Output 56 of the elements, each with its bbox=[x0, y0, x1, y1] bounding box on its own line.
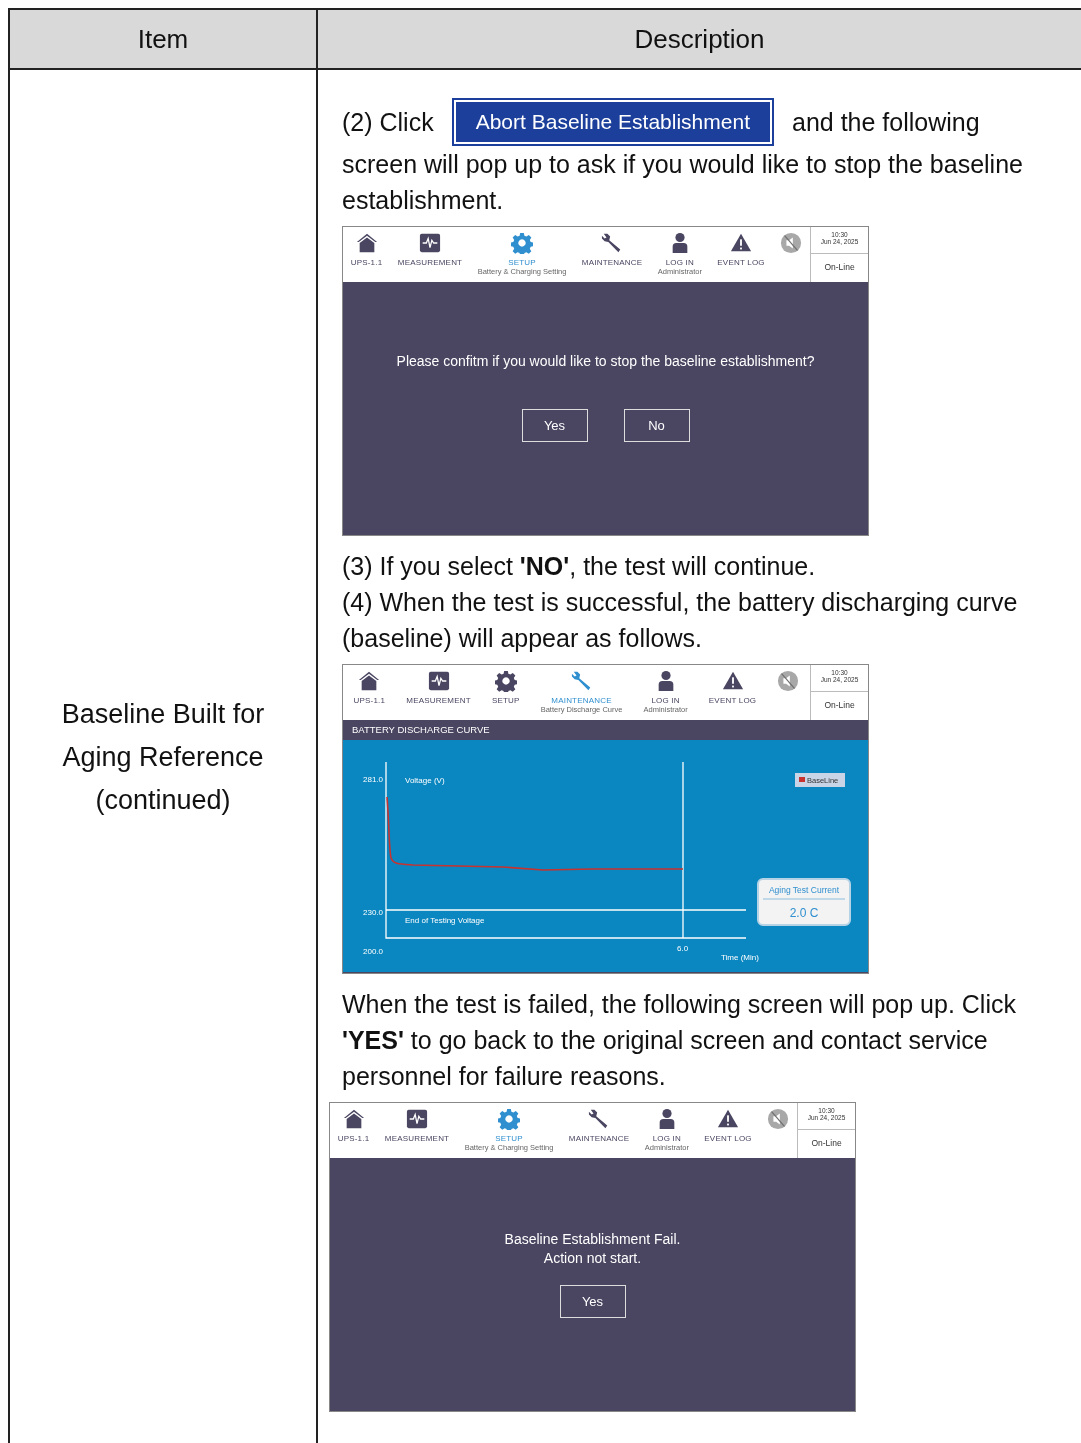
wrench-icon bbox=[570, 670, 593, 692]
axis-tick: 281.0 bbox=[363, 775, 384, 784]
nav-item[interactable]: MEASUREMENT bbox=[384, 1108, 450, 1143]
description-text: When the test is failed, the following screen will pop up. Click 'YES' to go back to the original screen and contact service personnel for failure reasons. bbox=[342, 989, 1017, 1092]
nav-item[interactable]: MEASUREMENT bbox=[397, 232, 463, 267]
dialog-message: Action not start. bbox=[543, 1249, 642, 1268]
section-title: BATTERY DISCHARGE CURVE bbox=[351, 723, 491, 737]
dialog-button[interactable]: No bbox=[623, 409, 690, 442]
current-value: 2.0 C bbox=[789, 906, 819, 920]
step-text: (2) Click bbox=[342, 107, 434, 137]
nav-item[interactable]: UPS-1.1 bbox=[337, 1108, 370, 1143]
warning-icon bbox=[730, 232, 753, 254]
warning-icon bbox=[721, 670, 744, 692]
column-header: Item bbox=[10, 10, 318, 68]
nav-item[interactable]: EVENT LOG bbox=[717, 232, 765, 267]
item-label: Baseline Built for Aging Reference (continued) bbox=[60, 698, 266, 817]
nav-item[interactable]: MEASUREMENT bbox=[406, 670, 471, 705]
waveform-icon bbox=[427, 670, 450, 692]
step-text: and the following bbox=[792, 107, 980, 137]
nav-item[interactable]: EVENT LOG bbox=[708, 670, 757, 705]
settings-icon bbox=[494, 670, 517, 692]
nav-item[interactable]: MAINTENANCE bbox=[581, 232, 643, 267]
description-text: screen will pop up to ask if you would like to stop the baseline establishment. bbox=[342, 149, 1024, 216]
settings-icon bbox=[498, 1108, 521, 1130]
dialog-message: Please confitm if you would like to stop the baseline establishment? bbox=[396, 352, 815, 371]
column-header: Description bbox=[633, 22, 766, 56]
axis-label: Time (Min) bbox=[721, 953, 759, 962]
nav-item[interactable]: MAINTENANCE bbox=[568, 1108, 630, 1143]
home-icon bbox=[358, 670, 381, 692]
waveform-icon bbox=[406, 1108, 428, 1130]
status-text: On-Line bbox=[810, 1137, 843, 1148]
warning-icon bbox=[717, 1108, 740, 1130]
current-label: Aging Test Current bbox=[768, 885, 840, 895]
home-icon bbox=[342, 1108, 365, 1130]
status-text: On-Line bbox=[823, 261, 856, 272]
mute-icon[interactable] bbox=[777, 670, 800, 692]
axis-label: Voltage (V) bbox=[405, 776, 445, 785]
mute-icon[interactable] bbox=[767, 1108, 790, 1130]
threshold-label: End of Testing Voltage bbox=[405, 916, 485, 925]
settings-icon bbox=[511, 232, 534, 254]
description-text: (4) When the test is successful, the battery discharging curve (baseline) will appear as follows. bbox=[342, 587, 1019, 654]
dialog-button[interactable]: Yes bbox=[521, 409, 588, 442]
axis-tick: 6.0 bbox=[677, 944, 689, 953]
dialog-message: Baseline Establishment Fail. bbox=[504, 1230, 681, 1249]
description-text: (3) If you select 'NO', the test will continue. bbox=[342, 551, 817, 582]
nav-item[interactable]: SETUP bbox=[491, 670, 520, 705]
waveform-icon bbox=[419, 232, 441, 254]
nav-item[interactable]: UPS-1.1 bbox=[353, 670, 386, 705]
nav-item[interactable]: UPS-1.1 bbox=[350, 232, 383, 267]
home-icon bbox=[355, 232, 378, 254]
axis-tick: 200.0 bbox=[363, 947, 384, 956]
status-text: On-Line bbox=[823, 699, 856, 710]
axis-tick: 230.0 bbox=[363, 908, 384, 917]
mute-icon[interactable] bbox=[780, 232, 803, 254]
nav-item[interactable]: EVENT LOG bbox=[704, 1108, 752, 1143]
dialog-button[interactable]: Yes bbox=[559, 1285, 626, 1318]
